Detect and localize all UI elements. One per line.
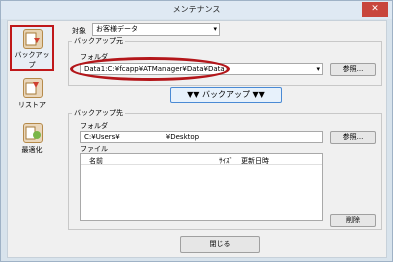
target-value: お客様データ [96,25,138,33]
dialog-body: バックアップ リストア 最適化 対象 お客様データ ▾ バックアップ元 フォルダ… [7,20,387,258]
optimize-icon [23,123,43,143]
backup-icon [23,29,43,49]
close-window-button[interactable]: ✕ [362,2,388,17]
file-list[interactable]: 名前 ｻｲｽﾞ 更新日時 [80,153,323,221]
target-label: 対象 [72,27,86,35]
maintenance-window: メンテナンス ✕ バックアップ リストア 最適化 対象 お客様データ ▾ バック… [0,0,393,262]
destination-folder-label: フォルダ [80,122,108,130]
restore-icon [23,78,43,98]
column-size[interactable]: ｻｲｽﾞ [219,156,233,166]
nav-label-optimize: 最適化 [21,146,43,154]
path-suffix: ¥Desktop [165,133,200,141]
nav-label-restore: リストア [18,101,46,109]
target-select[interactable]: お客様データ ▾ [92,23,220,36]
chevron-down-icon: ▾ [316,65,320,73]
backup-button[interactable]: ▼▼ バックアップ ▼▼ [170,87,282,103]
nav-item-restore[interactable]: リストア [10,75,54,121]
delete-button[interactable]: 削除 [330,214,376,227]
source-folder-value: Data1:C:¥fcapp¥ATManager¥Data¥Data1 [84,65,230,73]
source-folder-select[interactable]: Data1:C:¥fcapp¥ATManager¥Data¥Data1 ▾ [80,63,323,75]
close-button[interactable]: 閉じる [180,236,260,253]
destination-folder-input[interactable]: C:¥Users¥ ¥Desktop [80,131,323,143]
nav-label-backup: バックアップ [14,51,50,69]
nav-item-backup[interactable]: バックアップ [10,25,54,71]
main-pane: 対象 お客様データ ▾ バックアップ元 フォルダ Data1:C:¥fcapp¥… [64,21,386,257]
title-bar: メンテナンス ✕ [1,1,392,19]
path-prefix: C:¥Users¥ [84,133,120,141]
destination-browse-button[interactable]: 参照... [330,131,376,144]
nav-item-optimize[interactable]: 最適化 [10,120,54,166]
window-title: メンテナンス [172,5,221,14]
column-name[interactable]: 名前 [89,156,103,166]
destination-caption: バックアップ先 [72,108,125,118]
chevron-down-icon: ▾ [213,25,217,33]
source-browse-button[interactable]: 参照... [330,63,376,76]
source-caption: バックアップ元 [72,36,125,46]
source-folder-label: フォルダ [80,53,108,61]
column-date[interactable]: 更新日時 [241,156,269,166]
file-list-header: 名前 ｻｲｽﾞ 更新日時 [81,154,322,165]
